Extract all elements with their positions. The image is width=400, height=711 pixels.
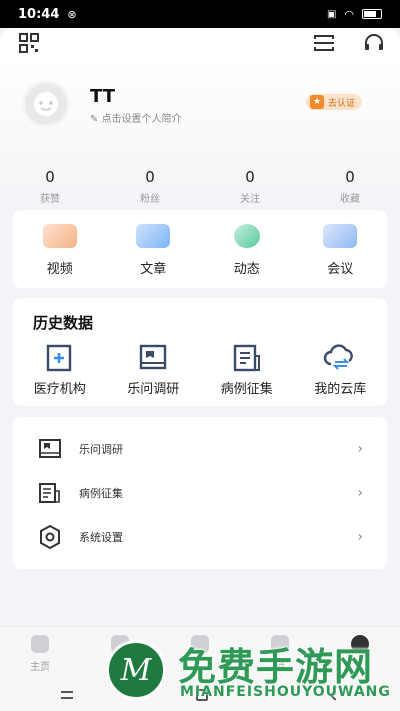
status-bar: 10:44 ⊗ ▣ ◠	[0, 0, 400, 28]
stat-value: 0	[345, 168, 355, 186]
history-label: 乐问调研	[127, 382, 180, 397]
history-label: 我的云库	[314, 382, 367, 397]
cloud-sync-icon	[324, 344, 354, 370]
medical-institution-icon	[46, 344, 71, 372]
stat-label: 关注	[240, 194, 260, 205]
quick-action-label: 动态	[233, 262, 260, 277]
list-item-label: 病例征集	[79, 487, 123, 500]
list-item-survey[interactable]: 乐问调研 ›	[13, 427, 387, 471]
battery-icon	[362, 9, 382, 19]
meeting-icon	[323, 224, 358, 248]
case-document-icon	[37, 480, 63, 506]
quick-action-moments[interactable]: 动态	[200, 210, 294, 288]
watermark-title: 免费手游网	[178, 645, 374, 689]
watermark-logo: M	[106, 640, 166, 700]
gear-icon	[37, 524, 63, 550]
list-item-case-collection[interactable]: 病例征集 ›	[13, 471, 387, 515]
status-time: 10:44	[18, 6, 60, 22]
survey-book-icon	[37, 436, 63, 462]
sim-icon: ▣	[326, 8, 337, 20]
stat-favorites[interactable]: 0 收藏	[300, 168, 400, 205]
quick-action-article[interactable]: 文章	[107, 210, 201, 288]
watermark-subtitle: MIANFEISHOUYOUWANG	[180, 684, 391, 700]
stat-following[interactable]: 0 关注	[200, 168, 300, 205]
notification-muted-icon: ⊗	[67, 7, 77, 21]
watermark: M 免费手游网 MIANFEISHOUYOUWANG	[100, 634, 390, 706]
video-icon	[42, 224, 77, 248]
moments-icon	[233, 224, 260, 248]
history-row: 医疗机构 乐问调研 病例征集 我的云库	[13, 344, 387, 397]
stat-label: 获赞	[40, 194, 60, 205]
history-title: 历史数据	[33, 314, 94, 332]
menu-key-icon[interactable]	[61, 690, 74, 699]
list-item-settings[interactable]: 系统设置 ›	[13, 515, 387, 559]
chevron-right-icon: ›	[357, 441, 363, 457]
nav-home[interactable]: 主页	[0, 627, 80, 678]
top-bar	[0, 28, 400, 58]
wifi-icon: ◠	[344, 7, 354, 21]
history-cloud-library[interactable]: 我的云库	[294, 344, 388, 397]
certification-label: 去认证	[328, 98, 356, 109]
survey-book-icon	[140, 344, 167, 370]
stat-label: 粉丝	[140, 194, 160, 205]
case-document-icon	[233, 344, 260, 372]
stat-value: 0	[45, 168, 55, 186]
history-label: 病例征集	[220, 382, 273, 397]
avatar[interactable]	[22, 80, 70, 128]
edit-pencil-icon: ✎	[90, 114, 102, 125]
bio-prompt[interactable]: ✎ 点击设置个人简介	[90, 110, 182, 125]
menu-list-card: 乐问调研 › 病例征集 › 系统设置 ›	[13, 417, 387, 569]
history-case-collection[interactable]: 病例征集	[200, 344, 294, 397]
stat-value: 0	[245, 168, 255, 186]
qr-code-icon[interactable]	[18, 32, 40, 54]
chevron-right-icon: ›	[357, 529, 363, 545]
stat-value: 0	[145, 168, 155, 186]
history-data-card: 历史数据 医疗机构 乐问调研 病例征集 我的云库	[13, 298, 387, 406]
customer-service-headset-icon[interactable]	[362, 32, 386, 54]
stats-row: 0 获赞 0 粉丝 0 关注 0 收藏	[0, 168, 400, 205]
quick-action-label: 文章	[140, 262, 167, 277]
star-icon: ★	[310, 95, 324, 109]
quick-actions-card: 视频 文章 动态 会议	[13, 210, 387, 288]
scan-menu-icon[interactable]	[312, 32, 336, 54]
nav-label: 主页	[30, 662, 50, 673]
quick-action-video[interactable]: 视频	[13, 210, 107, 288]
chevron-right-icon: ›	[357, 485, 363, 501]
stat-followers[interactable]: 0 粉丝	[100, 168, 200, 205]
history-label: 医疗机构	[33, 382, 86, 397]
stat-label: 收藏	[340, 194, 360, 205]
history-survey[interactable]: 乐问调研	[107, 344, 201, 397]
quick-action-meeting[interactable]: 会议	[294, 210, 388, 288]
stat-likes[interactable]: 0 获赞	[0, 168, 100, 205]
list-item-label: 系统设置	[79, 531, 123, 544]
username: TT	[90, 86, 115, 107]
quick-action-label: 视频	[46, 262, 73, 277]
home-icon	[31, 635, 49, 653]
certification-badge[interactable]: ★ 去认证	[306, 94, 362, 110]
bio-text: 点击设置个人简介	[101, 114, 182, 125]
history-medical-institution[interactable]: 医疗机构	[13, 344, 107, 397]
quick-action-label: 会议	[327, 262, 354, 277]
article-icon	[136, 224, 171, 248]
list-item-label: 乐问调研	[79, 443, 123, 456]
